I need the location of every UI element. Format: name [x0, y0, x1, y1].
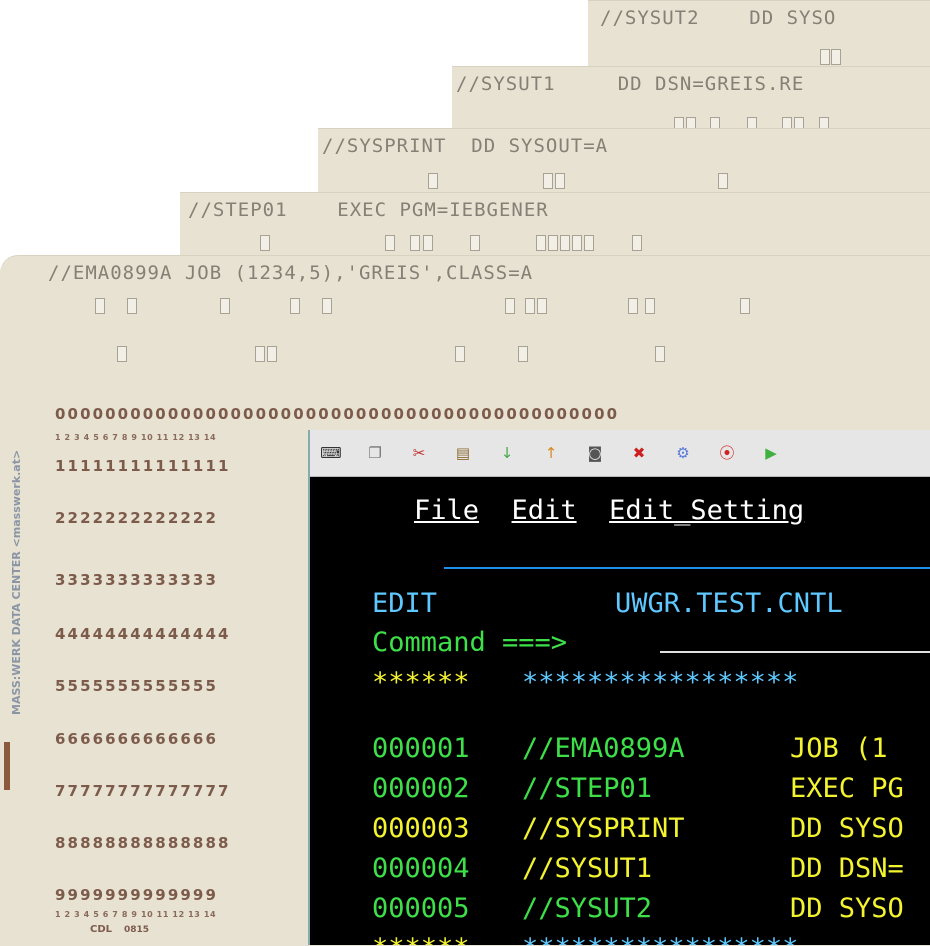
- menu-bar: File Edit Edit_Setting: [414, 495, 804, 526]
- menu-underline-rule: [444, 567, 930, 569]
- punch-hole: [428, 173, 438, 189]
- card-brand-name: CDL: [90, 924, 113, 935]
- punch-hole: [632, 235, 642, 251]
- card-text: //SYSUT1 DD DSN=GREIS.RE: [456, 73, 805, 95]
- menu-edit-settings[interactable]: Edit_Setting: [609, 495, 804, 526]
- punch-hole: [385, 235, 395, 251]
- upload-icon[interactable]: ↑: [540, 442, 562, 464]
- punch-hole: [536, 235, 546, 251]
- punch-hole: [260, 235, 270, 251]
- jcl-name[interactable]: //SYSPRINT: [522, 813, 685, 844]
- download-icon[interactable]: ↓: [496, 442, 518, 464]
- column-numbers-top: 1 2 3 4 5 6 7 8 9 10 11 12 13 14: [55, 433, 217, 442]
- jcl-name[interactable]: //EMA0899A: [522, 733, 685, 764]
- jcl-operation[interactable]: EXEC PG: [790, 773, 904, 804]
- punch-hole: [820, 49, 830, 65]
- card-edge-mark: [4, 742, 10, 790]
- punch-hole: [322, 298, 332, 314]
- punch-hole: [267, 346, 277, 362]
- jcl-name[interactable]: //STEP01: [522, 773, 652, 804]
- digit-row-3: 3333333333333: [55, 571, 218, 589]
- jcl-operation[interactable]: DD DSN=: [790, 853, 904, 884]
- punch-hole: [470, 235, 480, 251]
- line-number: 000004: [372, 853, 470, 884]
- card-brand: CDL 0815: [90, 924, 149, 935]
- punch-hole: [537, 298, 547, 314]
- card-text: //STEP01 EXEC PGM=IEBGENER: [188, 199, 549, 221]
- punch-hole: [525, 298, 535, 314]
- punch-hole: [628, 298, 638, 314]
- jcl-operation[interactable]: DD SYSO: [790, 893, 904, 924]
- punch-hole: [455, 346, 465, 362]
- punch-hole: [831, 49, 841, 65]
- punch-hole: [290, 298, 300, 314]
- camera-icon[interactable]: ◙: [584, 442, 606, 464]
- column-numbers-bottom: 1 2 3 4 5 6 7 8 9 10 11 12 13 14: [55, 910, 217, 919]
- line-number: 000001: [372, 733, 470, 764]
- punch-hole: [518, 346, 528, 362]
- top-marker: ******: [372, 667, 470, 698]
- line-number: 000005: [372, 893, 470, 924]
- card-text: //SYSPRINT DD SYSOUT=A: [322, 135, 609, 157]
- punch-hole: [548, 235, 558, 251]
- digit-row-8: 88888888888888: [55, 834, 231, 852]
- punch-hole: [645, 298, 655, 314]
- card-text: //SYSUT2 DD SYSO: [600, 7, 837, 29]
- cancel-icon[interactable]: ✖: [628, 442, 650, 464]
- copy-icon[interactable]: ❐: [364, 442, 386, 464]
- digit-row-0: 0000000000000000000000000000000000000000…: [55, 405, 620, 423]
- header-mode: EDIT: [372, 588, 438, 619]
- punch-hole: [584, 235, 594, 251]
- digit-row-9: 9999999999999: [55, 886, 218, 904]
- digit-row-1: 11111111111111: [55, 457, 231, 475]
- punch-hole: [572, 235, 582, 251]
- line-number: 000003: [372, 813, 470, 844]
- punch-hole: [740, 298, 750, 314]
- command-label: Command ===>: [372, 627, 568, 658]
- cut-icon[interactable]: ✂: [408, 442, 430, 464]
- command-input[interactable]: [660, 651, 930, 653]
- terminal-window: ⌨ ❐ ✂ ▤ ↓ ↑ ◙ ✖ ⚙ ⦿ ▶ File Edit Edit_Set…: [308, 430, 930, 945]
- line-number: 000002: [372, 773, 470, 804]
- punch-hole: [95, 298, 105, 314]
- bottom-of-data-stars: *****************: [522, 933, 798, 945]
- punch-hole: [127, 298, 137, 314]
- play-icon[interactable]: ▶: [760, 442, 782, 464]
- digit-row-2: 2222222222222: [55, 509, 218, 527]
- digit-row-7: 77777777777777: [55, 782, 231, 800]
- toolbar: ⌨ ❐ ✂ ▤ ↓ ↑ ◙ ✖ ⚙ ⦿ ▶: [310, 430, 930, 477]
- card-text: //EMA0899A JOB (1234,5),'GREIS',CLASS=A: [48, 262, 534, 284]
- paste-icon[interactable]: ▤: [452, 442, 474, 464]
- card-sidebar-text: MASS:WERK DATA CENTER <masswerk.at>: [10, 449, 23, 715]
- punch-hole: [560, 235, 570, 251]
- top-of-data-stars: *****************: [522, 667, 799, 698]
- jcl-name[interactable]: //SYSUT2: [522, 893, 652, 924]
- punch-hole: [255, 346, 265, 362]
- punch-hole: [718, 173, 728, 189]
- digit-row-6: 6666666666666: [55, 730, 218, 748]
- punch-hole: [220, 298, 230, 314]
- digit-row-5: 5555555555555: [55, 677, 218, 695]
- punch-hole: [543, 173, 553, 189]
- punch-hole: [505, 298, 515, 314]
- menu-edit[interactable]: Edit: [512, 495, 577, 526]
- digit-row-4: 44444444444444: [55, 625, 231, 643]
- header-dataset: UWGR.TEST.CNTL: [615, 588, 843, 619]
- record-icon[interactable]: ⦿: [716, 442, 738, 464]
- punch-hole: [423, 235, 433, 251]
- punch-hole: [555, 173, 565, 189]
- card-number: 0815: [124, 925, 150, 935]
- jcl-name[interactable]: //SYSUT1: [522, 853, 652, 884]
- punch-hole: [117, 346, 127, 362]
- keyboard-icon[interactable]: ⌨: [320, 442, 342, 464]
- menu-file[interactable]: File: [414, 495, 479, 526]
- jcl-operation[interactable]: JOB (1: [790, 733, 888, 764]
- punch-hole: [410, 235, 420, 251]
- settings-icon[interactable]: ⚙: [672, 442, 694, 464]
- terminal-screen[interactable]: File Edit Edit_Setting EDIT UWGR.TEST.CN…: [310, 477, 930, 945]
- jcl-operation[interactable]: DD SYSO: [790, 813, 904, 844]
- bottom-marker: ******: [372, 933, 470, 945]
- punch-hole: [655, 346, 665, 362]
